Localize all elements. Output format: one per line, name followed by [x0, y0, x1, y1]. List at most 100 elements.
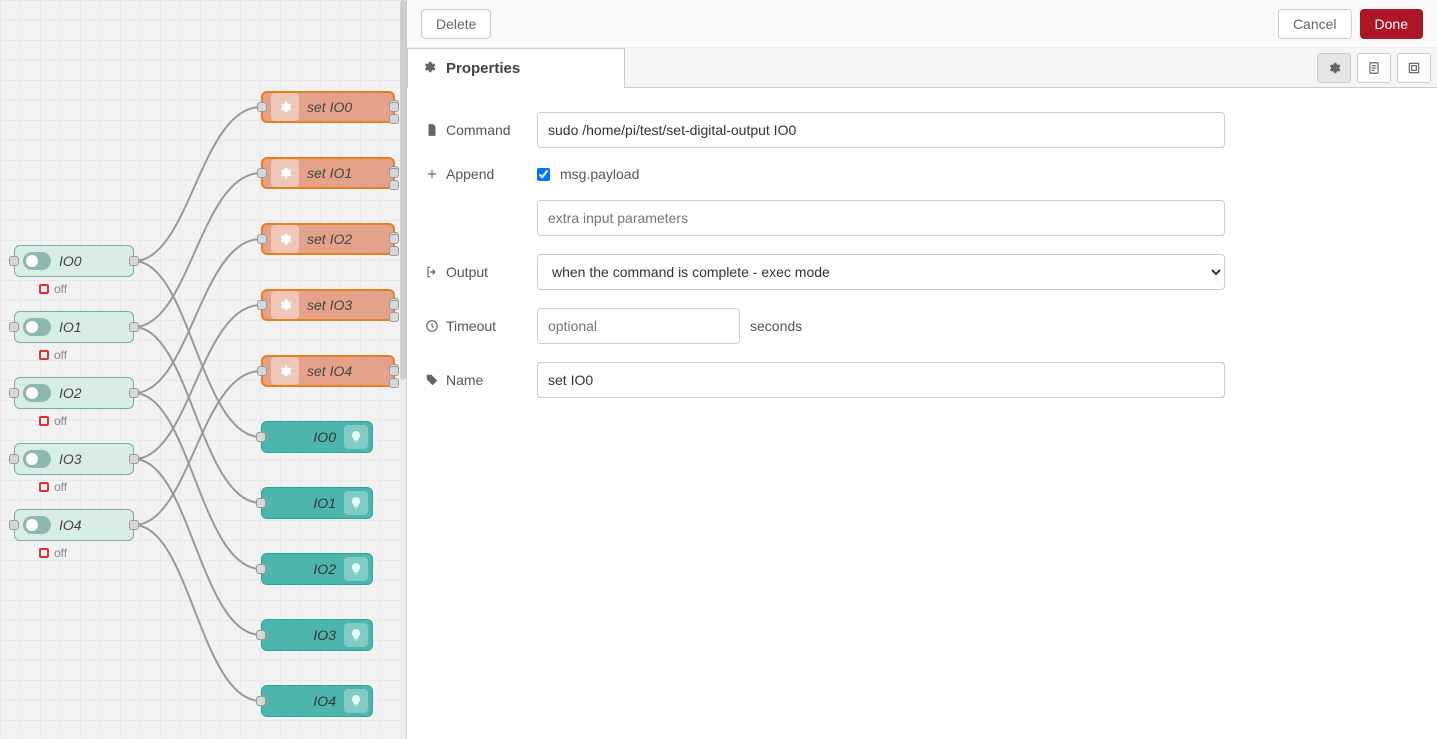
extra-params-input[interactable] — [537, 200, 1225, 236]
gear-icon — [271, 357, 299, 385]
node-label: set IO3 — [307, 297, 352, 313]
append-label: Append — [425, 166, 537, 182]
file-icon — [425, 123, 439, 137]
output-port[interactable] — [389, 234, 399, 244]
node-label: IO3 — [59, 451, 82, 467]
tab-label: Properties — [446, 60, 520, 77]
signout-icon — [425, 265, 439, 279]
switch-node[interactable]: IO2 off — [14, 377, 134, 409]
node-label: IO0 — [313, 429, 336, 445]
input-port[interactable] — [256, 630, 266, 640]
append-text: msg.payload — [560, 166, 639, 182]
timeout-label: Timeout — [425, 318, 537, 334]
exec-node[interactable]: set IO4 — [261, 355, 395, 387]
input-port[interactable] — [9, 322, 19, 332]
bulb-icon — [344, 557, 368, 581]
appearance-tab-icon[interactable] — [1397, 53, 1431, 83]
output-select[interactable]: when the command is complete - exec mode — [537, 254, 1225, 290]
output-port[interactable] — [129, 520, 139, 530]
bulb-icon — [344, 425, 368, 449]
exec-node[interactable]: set IO1 — [261, 157, 395, 189]
input-port[interactable] — [257, 102, 267, 112]
input-port[interactable] — [257, 300, 267, 310]
gear-icon — [271, 291, 299, 319]
tag-icon — [425, 373, 439, 387]
form: Command Append msg.payload Outp — [407, 88, 1437, 440]
input-port[interactable] — [256, 564, 266, 574]
input-port[interactable] — [256, 498, 266, 508]
gear-icon — [271, 93, 299, 121]
input-port[interactable] — [9, 454, 19, 464]
node-label: IO4 — [59, 517, 82, 533]
input-port[interactable] — [257, 168, 267, 178]
switch-node[interactable]: IO4 off — [14, 509, 134, 541]
debug-node[interactable]: IO3 — [261, 619, 373, 651]
output-port[interactable] — [389, 114, 399, 124]
bulb-icon — [344, 491, 368, 515]
output-port[interactable] — [389, 180, 399, 190]
panel-header: Delete Cancel Done — [407, 0, 1437, 48]
input-port[interactable] — [9, 256, 19, 266]
append-checkbox[interactable] — [537, 168, 550, 181]
output-port[interactable] — [129, 388, 139, 398]
debug-node[interactable]: IO4 — [261, 685, 373, 717]
name-input[interactable] — [537, 362, 1225, 398]
settings-tab-icon[interactable] — [1317, 53, 1351, 83]
delete-button[interactable]: Delete — [421, 9, 491, 39]
input-port[interactable] — [9, 520, 19, 530]
output-port[interactable] — [129, 322, 139, 332]
exec-node[interactable]: set IO3 — [261, 289, 395, 321]
command-input[interactable] — [537, 112, 1225, 148]
switch-node[interactable]: IO0 off — [14, 245, 134, 277]
cancel-button[interactable]: Cancel — [1278, 9, 1352, 39]
node-label: IO0 — [59, 253, 82, 269]
node-label: set IO0 — [307, 99, 352, 115]
flow-canvas[interactable]: IO0 off IO1 off IO2 off IO3 off IO4 off — [0, 0, 406, 739]
debug-node[interactable]: IO2 — [261, 553, 373, 585]
node-status: off — [39, 546, 67, 560]
toggle-icon — [23, 384, 51, 402]
input-port[interactable] — [9, 388, 19, 398]
output-port[interactable] — [389, 168, 399, 178]
gear-icon — [271, 225, 299, 253]
timeout-input[interactable] — [537, 308, 740, 344]
description-tab-icon[interactable] — [1357, 53, 1391, 83]
toggle-icon — [23, 450, 51, 468]
output-port[interactable] — [389, 312, 399, 322]
node-status: off — [39, 480, 67, 494]
output-port[interactable] — [129, 454, 139, 464]
debug-node[interactable]: IO0 — [261, 421, 373, 453]
gear-icon — [422, 60, 436, 78]
output-port[interactable] — [389, 378, 399, 388]
node-status: off — [39, 282, 67, 296]
node-status: off — [39, 414, 67, 428]
switch-node[interactable]: IO3 off — [14, 443, 134, 475]
input-port[interactable] — [257, 366, 267, 376]
node-label: set IO4 — [307, 363, 352, 379]
exec-node[interactable]: set IO2 — [261, 223, 395, 255]
clock-icon — [425, 319, 439, 333]
output-port[interactable] — [389, 300, 399, 310]
timeout-suffix: seconds — [750, 318, 802, 334]
input-port[interactable] — [257, 234, 267, 244]
tab-properties[interactable]: Properties — [407, 48, 625, 88]
output-port[interactable] — [389, 366, 399, 376]
node-label: set IO2 — [307, 231, 352, 247]
command-label: Command — [425, 122, 537, 138]
input-port[interactable] — [256, 432, 266, 442]
exec-node[interactable]: set IO0 — [261, 91, 395, 123]
node-label: IO4 — [313, 693, 336, 709]
node-label: IO2 — [59, 385, 82, 401]
switch-node[interactable]: IO1 off — [14, 311, 134, 343]
debug-node[interactable]: IO1 — [261, 487, 373, 519]
node-label: IO2 — [313, 561, 336, 577]
output-port[interactable] — [389, 246, 399, 256]
output-port[interactable] — [389, 102, 399, 112]
bulb-icon — [344, 623, 368, 647]
output-port[interactable] — [129, 256, 139, 266]
input-port[interactable] — [256, 696, 266, 706]
done-button[interactable]: Done — [1360, 9, 1423, 39]
node-status: off — [39, 348, 67, 362]
toggle-icon — [23, 516, 51, 534]
node-label: IO1 — [59, 319, 82, 335]
